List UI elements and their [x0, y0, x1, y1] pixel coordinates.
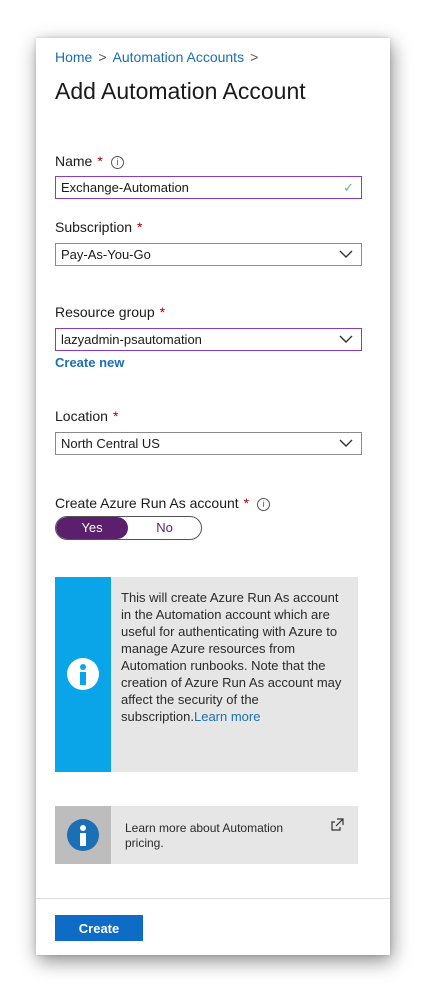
- toggle-yes-option[interactable]: Yes: [56, 517, 128, 539]
- learn-more-link[interactable]: Learn more: [194, 709, 260, 724]
- location-label-text: Location: [55, 408, 108, 424]
- subscription-label-text: Subscription: [55, 219, 133, 235]
- resource-group-select[interactable]: lazyadmin-psautomation: [55, 328, 362, 351]
- name-label-text: Name: [55, 153, 93, 169]
- required-mark: *: [112, 408, 119, 424]
- run-as-label-text: Create Azure Run As account: [55, 495, 239, 511]
- resource-group-select-value: lazyadmin-psautomation: [61, 332, 202, 347]
- chevron-down-icon: [339, 250, 353, 258]
- location-select-value: North Central US: [61, 436, 160, 451]
- resource-group-label: Resource group *: [55, 304, 165, 320]
- breadcrumb-separator: >: [98, 49, 107, 65]
- location-label: Location *: [55, 408, 118, 424]
- info-circle-icon[interactable]: i: [257, 498, 271, 511]
- required-mark: *: [137, 219, 143, 235]
- create-new-resource-group-link[interactable]: Create new: [55, 355, 124, 370]
- breadcrumb-separator: >: [250, 49, 259, 65]
- info-box-message: This will create Azure Run As account in…: [121, 590, 342, 724]
- subscription-label: Subscription *: [55, 219, 143, 235]
- breadcrumb: Home > Automation Accounts >: [55, 49, 264, 65]
- checkmark-icon: ✓: [343, 180, 354, 195]
- run-as-toggle[interactable]: Yes No: [55, 516, 202, 540]
- name-input[interactable]: Exchange-Automation ✓: [55, 176, 362, 199]
- add-automation-account-panel: Home > Automation Accounts > Add Automation…: [36, 38, 390, 955]
- page-title: Add Automation Account: [55, 78, 306, 104]
- info-box-text: This will create Azure Run As account in…: [121, 589, 351, 725]
- resource-group-label-text: Resource group: [55, 304, 155, 320]
- run-as-label: Create Azure Run As account * i: [55, 495, 271, 511]
- name-input-value: Exchange-Automation: [61, 180, 189, 195]
- toggle-no-option[interactable]: No: [128, 517, 201, 539]
- required-mark: *: [159, 304, 166, 320]
- info-stripe: [55, 577, 111, 772]
- subscription-select[interactable]: Pay-As-You-Go: [55, 243, 362, 266]
- breadcrumb-automation-accounts[interactable]: Automation Accounts: [113, 49, 245, 65]
- info-icon: [67, 819, 99, 851]
- name-label: Name * i: [55, 153, 124, 169]
- chevron-down-icon: [339, 439, 353, 447]
- info-circle-icon[interactable]: i: [110, 156, 124, 169]
- pricing-link[interactable]: Learn more about Automation pricing.: [125, 821, 315, 851]
- required-mark: *: [243, 495, 250, 511]
- required-mark: *: [97, 153, 103, 169]
- breadcrumb-home[interactable]: Home: [55, 49, 92, 65]
- run-as-info-box: This will create Azure Run As account in…: [55, 577, 358, 772]
- subscription-select-value: Pay-As-You-Go: [61, 247, 151, 262]
- external-link-icon[interactable]: [331, 818, 344, 831]
- footer-divider: [36, 898, 390, 899]
- create-button[interactable]: Create: [55, 915, 143, 941]
- pricing-info-box: Learn more about Automation pricing.: [55, 806, 358, 864]
- location-select[interactable]: North Central US: [55, 432, 362, 455]
- info-icon: [67, 658, 99, 690]
- chevron-down-icon: [339, 335, 353, 343]
